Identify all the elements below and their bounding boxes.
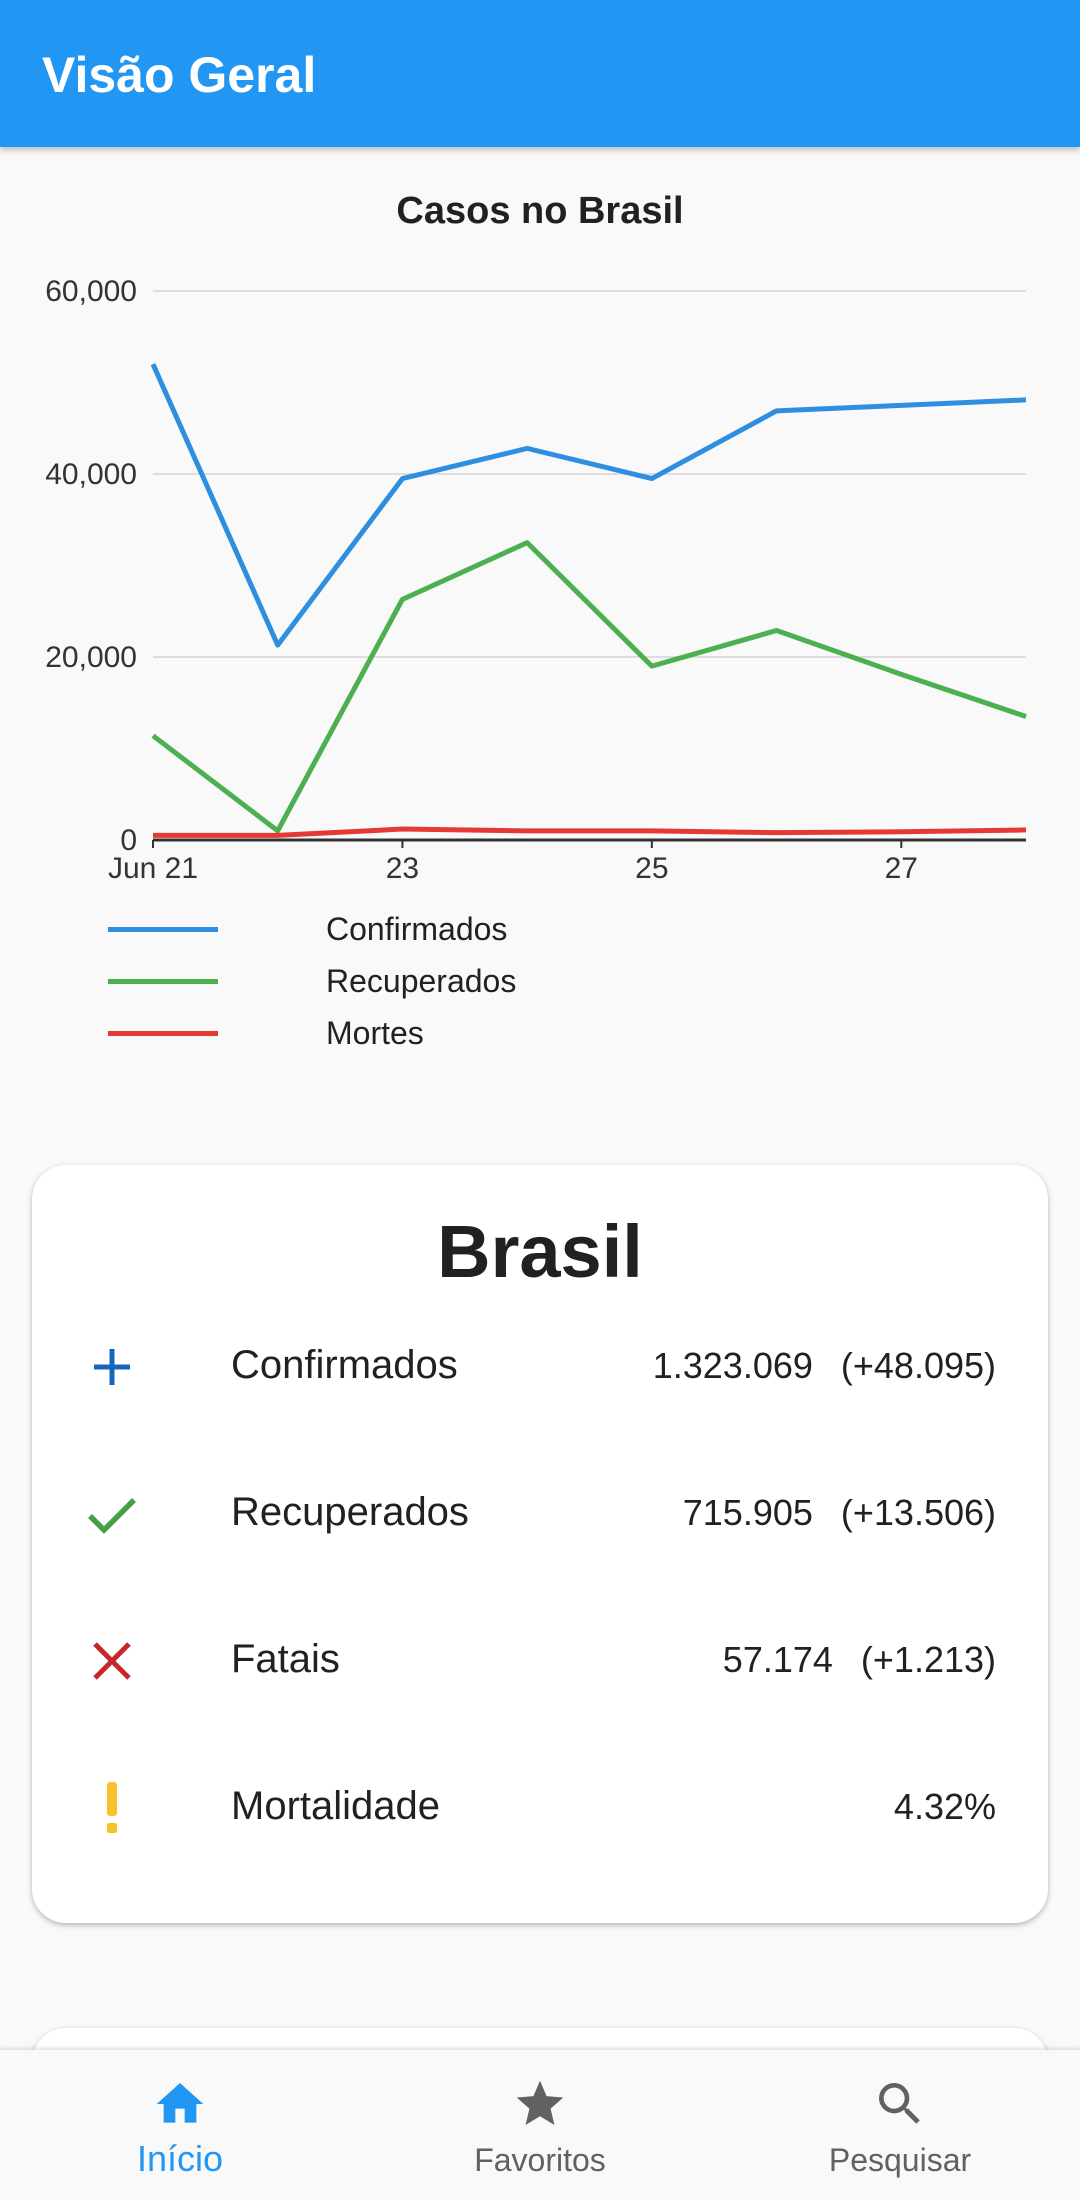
legend-swatch <box>108 927 218 932</box>
stat-label: Recuperados <box>231 1490 469 1534</box>
stat-row-fatais: Fatais 57.174 (+1.213) <box>32 1611 1048 1711</box>
country-summary-card[interactable]: Brasil Confirmados 1.323.069 (+48.095) Re… <box>32 1165 1048 1923</box>
stat-value: 715.905 (+13.506) <box>683 1492 996 1534</box>
legend-label: Confirmados <box>326 911 508 947</box>
stat-row-recuperados: Recuperados 715.905 (+13.506) <box>32 1464 1048 1564</box>
app-bar: Visão Geral <box>0 0 1080 147</box>
y-tick-label: 20,000 <box>45 641 137 674</box>
stat-label: Mortalidade <box>231 1784 441 1828</box>
exclamation-icon <box>82 1778 142 1838</box>
stat-value: 57.174 (+1.213) <box>723 1639 996 1681</box>
cases-chart: Casos no Brasil 0 20,000 40,000 60,000 Jun 2… <box>0 150 1080 1110</box>
nav-item-favoritos[interactable]: Favoritos <box>360 2050 720 2200</box>
bottom-navigation: Início Favoritos Pesquisar <box>0 2050 1080 2200</box>
close-icon <box>82 1631 142 1691</box>
legend-item-recuperados: Recuperados <box>108 957 708 1007</box>
star-icon <box>516 2080 564 2125</box>
nav-label: Favoritos <box>474 2142 606 2178</box>
plus-icon <box>82 1337 142 1397</box>
stat-number: 715.905 <box>682 1492 813 1533</box>
search-icon <box>879 2083 920 2124</box>
legend-item-mortes: Mortes <box>108 1009 708 1059</box>
nav-item-pesquisar[interactable]: Pesquisar <box>720 2050 1080 2200</box>
legend-swatch <box>108 1031 218 1036</box>
series-line-mortes <box>153 826 1027 838</box>
nav-label: Início <box>136 2138 224 2179</box>
stat-delta: (+1.213) <box>860 1639 996 1680</box>
y-tick-label: 60,000 <box>45 275 137 308</box>
check-icon <box>82 1484 142 1544</box>
x-tick-label: 23 <box>386 852 419 885</box>
stat-label: Confirmados <box>231 1343 458 1387</box>
stat-row-mortalidade: Mortalidade 4.32% <box>32 1758 1048 1858</box>
stat-number: 57.174 <box>722 1639 833 1680</box>
legend-item-confirmados: Confirmados <box>108 905 708 955</box>
stat-number: 1.323.069 <box>652 1345 813 1386</box>
stat-value: 4.32% <box>894 1786 996 1828</box>
x-tick-label: 25 <box>635 852 668 885</box>
legend-label: Mortes <box>326 1015 424 1051</box>
nav-label: Pesquisar <box>828 2142 972 2178</box>
x-tick-label: Jun 21 <box>108 852 198 885</box>
stat-number: 4.32% <box>893 1786 996 1827</box>
stat-delta: (+48.095) <box>840 1345 996 1386</box>
nav-item-inicio[interactable]: Início <box>0 2050 360 2200</box>
x-tick-label: 27 <box>885 852 918 885</box>
stat-label: Fatais <box>231 1637 340 1681</box>
country-name: Brasil <box>437 1210 643 1293</box>
stat-row-confirmados: Confirmados 1.323.069 (+48.095) <box>32 1317 1048 1417</box>
series-line-recuperados <box>151 540 1027 834</box>
stat-value: 1.323.069 (+48.095) <box>653 1345 996 1387</box>
page-title: Visão Geral <box>42 47 317 103</box>
legend-swatch <box>108 979 218 984</box>
home-icon <box>156 2083 204 2123</box>
legend-label: Recuperados <box>326 963 517 999</box>
y-tick-label: 40,000 <box>45 458 137 491</box>
stat-delta: (+13.506) <box>840 1492 996 1533</box>
